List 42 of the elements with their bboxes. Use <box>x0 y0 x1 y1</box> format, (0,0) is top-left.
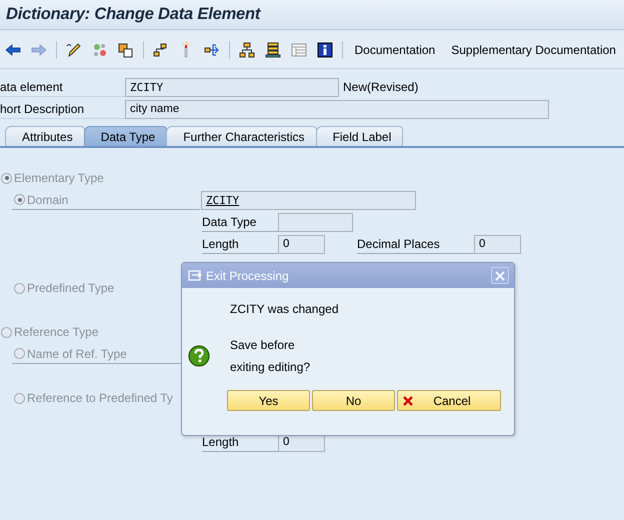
tree-icon[interactable] <box>238 42 255 58</box>
tab[interactable]: Field Label <box>316 126 404 146</box>
question-text: exiting editing? <box>230 359 310 376</box>
decimal-places-field[interactable]: 0 <box>474 234 521 254</box>
copy-icon[interactable] <box>118 42 134 58</box>
close-button[interactable] <box>491 267 509 284</box>
radio-label: Domain <box>27 192 68 206</box>
pencil-icon[interactable] <box>66 42 82 58</box>
branch-arrow-icon[interactable] <box>204 42 220 58</box>
toolbar-button[interactable]: Documentation <box>346 42 444 56</box>
data-element-field[interactable]: ZCITY <box>125 78 339 96</box>
tab[interactable]: Data Type <box>84 126 168 146</box>
toolbar-button[interactable]: Supplementary Documentation <box>443 42 624 56</box>
length-field[interactable]: 0 <box>278 234 325 254</box>
question-text: Save before <box>230 337 296 354</box>
radio-label: Name of Ref. Type <box>27 346 127 360</box>
tab[interactable]: Attributes <box>5 126 85 146</box>
data-type-field[interactable] <box>278 212 353 232</box>
radio-label: Elementary Type <box>14 171 104 185</box>
radio-label: Reference Type <box>14 325 98 339</box>
cancel-button[interactable]: Cancel <box>397 390 501 411</box>
info-icon[interactable] <box>316 42 333 58</box>
radio-label: Reference to Predefined Ty <box>27 391 173 405</box>
hierarchy-icon[interactable] <box>152 42 168 58</box>
message-text: ZCITY was changed <box>230 301 340 318</box>
window-icon <box>188 270 202 282</box>
back-arrow-icon[interactable] <box>5 42 21 58</box>
circles-icon[interactable] <box>92 42 108 58</box>
dialog-button[interactable]: No <box>312 390 395 411</box>
stack-icon[interactable] <box>264 42 281 58</box>
dialog-title: Exit Processing <box>206 268 290 282</box>
status-text: New(Revised) <box>343 80 418 94</box>
table-icon[interactable] <box>290 42 307 58</box>
cross-icon <box>402 394 414 406</box>
forward-arrow-icon[interactable] <box>31 42 47 58</box>
close-icon <box>495 270 505 280</box>
short-description-field[interactable]: city name <box>125 100 549 118</box>
tab[interactable]: Further Characteristics <box>166 126 317 146</box>
radio-label: Predefined Type <box>27 281 114 295</box>
window-title: Dictionary: Change Data Element <box>6 5 260 24</box>
dialog-button[interactable]: Yes <box>227 390 310 411</box>
question-icon <box>188 345 210 367</box>
